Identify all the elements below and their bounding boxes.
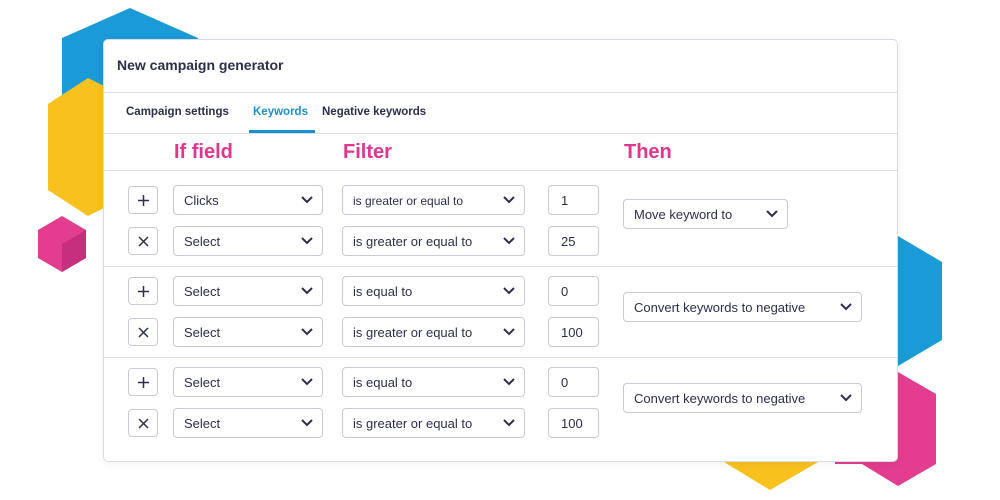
filter-select[interactable]: is greater or equal to	[342, 408, 525, 438]
value-input[interactable]: 100	[548, 408, 599, 438]
chevron-down-icon	[503, 237, 515, 245]
column-header-filter: Filter	[343, 141, 392, 163]
filter-select[interactable]: is greater or equal to	[342, 317, 525, 347]
filter-select-value: is equal to	[353, 284, 413, 299]
window-header: New campaign generator	[104, 40, 897, 93]
chevron-down-icon	[301, 328, 313, 336]
action-select[interactable]: Convert keywords to negative	[623, 292, 862, 322]
filter-select[interactable]: is equal to	[342, 276, 525, 306]
chevron-down-icon	[840, 303, 852, 311]
filter-select[interactable]: is equal to	[342, 367, 525, 397]
remove-condition-button[interactable]	[128, 409, 158, 437]
value-input[interactable]: 0	[548, 367, 599, 397]
filter-select-value: is greater or equal to	[353, 194, 464, 208]
value-input-text: 25	[561, 234, 576, 249]
value-input[interactable]: 100	[548, 317, 599, 347]
field-select[interactable]: Select	[173, 317, 323, 347]
window-title: New campaign generator	[117, 57, 284, 73]
close-icon	[138, 418, 149, 429]
filter-select-value: is greater or equal to	[353, 416, 473, 431]
field-select[interactable]: Select	[173, 408, 323, 438]
tab-campaign-settings[interactable]: Campaign settings	[126, 106, 229, 118]
tab-negative-keywords[interactable]: Negative keywords	[322, 106, 426, 118]
field-select[interactable]: Clicks	[173, 185, 323, 215]
campaign-generator-window: New campaign generator Campaign settings…	[103, 39, 898, 462]
plus-icon	[138, 377, 149, 388]
chevron-down-icon	[301, 287, 313, 295]
field-select-value: Select	[184, 284, 221, 299]
tab-bar: Campaign settings Keywords Negative keyw…	[104, 93, 897, 134]
column-header-then: Then	[624, 141, 672, 163]
close-icon	[138, 327, 149, 338]
filter-select-value: is greater or equal to	[353, 234, 473, 249]
group-divider	[104, 357, 897, 358]
action-select-value: Convert keywords to negative	[634, 391, 806, 406]
value-input-text: 100	[561, 325, 583, 340]
value-input-text: 1	[561, 193, 569, 208]
field-select-value: Select	[184, 234, 221, 249]
chevron-down-icon	[301, 419, 313, 427]
group-divider	[104, 266, 897, 267]
field-select[interactable]: Select	[173, 367, 323, 397]
value-input[interactable]: 0	[548, 276, 599, 306]
filter-select-value: is equal to	[353, 375, 413, 390]
add-condition-button[interactable]	[128, 277, 158, 305]
value-input-text: 0	[561, 284, 569, 299]
add-condition-button[interactable]	[128, 186, 158, 214]
action-select[interactable]: Move keyword to	[623, 199, 788, 229]
plus-icon	[138, 286, 149, 297]
field-select-value: Clicks	[184, 193, 219, 208]
field-select-value: Select	[184, 375, 221, 390]
chevron-down-icon	[766, 210, 778, 218]
chevron-down-icon	[503, 328, 515, 336]
filter-select[interactable]: is greater or equal to	[342, 185, 525, 215]
chevron-down-icon	[503, 378, 515, 386]
tab-keywords[interactable]: Keywords	[253, 106, 308, 118]
value-input-text: 100	[561, 416, 583, 431]
value-input-text: 0	[561, 375, 569, 390]
chevron-down-icon	[301, 196, 313, 204]
field-select-value: Select	[184, 416, 221, 431]
remove-condition-button[interactable]	[128, 318, 158, 346]
chevron-down-icon	[301, 378, 313, 386]
filter-select-value: is greater or equal to	[353, 325, 473, 340]
chevron-down-icon	[840, 394, 852, 402]
value-input[interactable]: 25	[548, 226, 599, 256]
remove-condition-button[interactable]	[128, 227, 158, 255]
value-input[interactable]: 1	[548, 185, 599, 215]
header-divider	[104, 170, 897, 171]
action-select[interactable]: Convert keywords to negative	[623, 383, 862, 413]
active-tab-indicator	[249, 130, 315, 133]
filter-select[interactable]: is greater or equal to	[342, 226, 525, 256]
chevron-down-icon	[503, 419, 515, 427]
close-icon	[138, 236, 149, 247]
chevron-down-icon	[503, 287, 515, 295]
plus-icon	[138, 195, 149, 206]
field-select[interactable]: Select	[173, 226, 323, 256]
column-header-if-field: If field	[174, 141, 233, 163]
field-select-value: Select	[184, 325, 221, 340]
action-select-value: Convert keywords to negative	[634, 300, 806, 315]
field-select[interactable]: Select	[173, 276, 323, 306]
chevron-down-icon	[301, 237, 313, 245]
add-condition-button[interactable]	[128, 368, 158, 396]
action-select-value: Move keyword to	[634, 207, 733, 222]
chevron-down-icon	[503, 196, 515, 204]
